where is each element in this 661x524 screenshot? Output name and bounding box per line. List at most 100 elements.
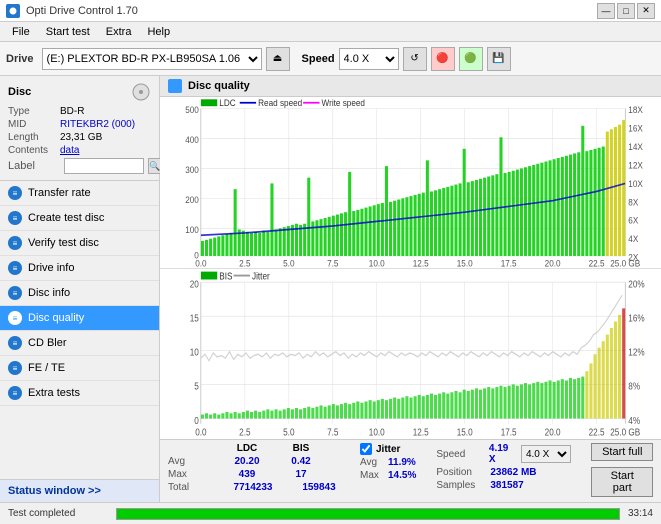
svg-text:20%: 20%: [628, 277, 645, 289]
speed-key: Speed: [436, 449, 485, 460]
sidebar-item-cd-bler[interactable]: ≡ CD Bler: [0, 331, 159, 356]
sidebar-item-drive-info[interactable]: ≡ Drive info: [0, 256, 159, 281]
contents-val[interactable]: data: [60, 145, 79, 156]
minimize-button[interactable]: —: [597, 3, 615, 19]
menu-extra[interactable]: Extra: [98, 24, 140, 40]
drive-label: Drive: [6, 53, 34, 65]
sidebar-item-transfer-rate[interactable]: ≡ Transfer rate: [0, 181, 159, 206]
fe-te-label: FE / TE: [28, 362, 65, 374]
sidebar: Disc Type BD-R MID RITEKBR2 (000) Length…: [0, 76, 160, 502]
ldc-header: [168, 443, 208, 454]
jitter-header: Jitter: [376, 444, 400, 455]
svg-text:12.5: 12.5: [413, 258, 429, 268]
stats-speed-col: Speed 4.19 X 4.0 X Position 23862 MB Sam…: [436, 443, 571, 491]
bis-col-header: BIS: [286, 443, 316, 454]
transfer-rate-icon: ≡: [8, 186, 22, 200]
start-full-button[interactable]: Start full: [591, 443, 653, 461]
content-area: Disc quality: [160, 76, 661, 502]
svg-text:0.0: 0.0: [195, 425, 206, 437]
chart1-container: 500 400 300 200 100 0 18X 16X 14X 12X 10…: [160, 97, 661, 269]
svg-text:LDC: LDC: [219, 98, 235, 109]
svg-text:22.5: 22.5: [589, 258, 605, 268]
total-bis: 159843: [298, 482, 340, 493]
chart2-svg: 20 15 10 5 0 20% 16% 12% 8% 4% 0.0 2.5 5…: [160, 269, 661, 440]
verify-test-disc-label: Verify test disc: [28, 237, 99, 249]
svg-text:0: 0: [194, 413, 199, 425]
avg-ldc: 20.20: [232, 456, 262, 467]
start-part-button[interactable]: Start part: [591, 467, 653, 497]
stats-ldc-col: LDC BIS Avg 20.20 0.42 Max 439 17 Tota: [168, 443, 340, 493]
status-window-label: Status window >>: [8, 485, 101, 497]
disc-contents-row: Contents data: [8, 145, 151, 156]
app-title: Opti Drive Control 1.70: [26, 5, 138, 17]
sidebar-item-create-test-disc[interactable]: ≡ Create test disc: [0, 206, 159, 231]
svg-text:Jitter: Jitter: [252, 269, 270, 281]
status-time: 33:14: [628, 508, 653, 519]
cd-bler-label: CD Bler: [28, 337, 67, 349]
svg-text:10.0: 10.0: [369, 258, 385, 268]
max-label: Max: [168, 469, 208, 480]
svg-text:12%: 12%: [628, 345, 645, 357]
svg-text:12X: 12X: [628, 160, 643, 171]
close-button[interactable]: ✕: [637, 3, 655, 19]
status-bar: Test completed 33:14: [0, 502, 661, 524]
menu-help[interactable]: Help: [139, 24, 178, 40]
drive-select[interactable]: (E:) PLEXTOR BD-R PX-LB950SA 1.06: [42, 48, 262, 70]
svg-text:15.0: 15.0: [457, 425, 473, 437]
disc-length-row: Length 23,31 GB: [8, 132, 151, 143]
disc-quality-title: Disc quality: [188, 80, 250, 92]
disc-info-label: Disc info: [28, 287, 70, 299]
svg-text:18X: 18X: [628, 105, 643, 116]
sidebar-item-extra-tests[interactable]: ≡ Extra tests: [0, 381, 159, 406]
stats-jitter-col: Jitter Avg 11.9% Max 14.5%: [360, 443, 416, 481]
main-area: Disc Type BD-R MID RITEKBR2 (000) Length…: [0, 76, 661, 502]
sidebar-item-fe-te[interactable]: ≡ FE / TE: [0, 356, 159, 381]
progress-bar-fill: [117, 509, 619, 519]
jitter-checkbox[interactable]: [360, 443, 372, 455]
svg-text:Read speed: Read speed: [258, 98, 302, 109]
chart2-container: 20 15 10 5 0 20% 16% 12% 8% 4% 0.0 2.5 5…: [160, 269, 661, 440]
svg-text:16X: 16X: [628, 123, 643, 134]
drive-info-icon: ≡: [8, 261, 22, 275]
svg-text:6X: 6X: [628, 215, 638, 226]
settings-button[interactable]: 🔴: [431, 47, 455, 71]
create-test-disc-label: Create test disc: [28, 212, 104, 224]
refresh-button[interactable]: ↺: [403, 47, 427, 71]
disc-quality-header-icon: [168, 79, 182, 93]
position-key: Position: [436, 467, 486, 478]
extra-tests-label: Extra tests: [28, 387, 80, 399]
menu-file[interactable]: File: [4, 24, 38, 40]
sidebar-item-disc-info[interactable]: ≡ Disc info: [0, 281, 159, 306]
disc-label-row: Label 🔍: [8, 158, 151, 174]
maximize-button[interactable]: □: [617, 3, 635, 19]
sidebar-item-disc-quality[interactable]: ≡ Disc quality: [0, 306, 159, 331]
svg-text:10: 10: [190, 345, 199, 357]
save-button[interactable]: 💾: [487, 47, 511, 71]
progress-bar-container: [116, 508, 620, 520]
label-input[interactable]: [64, 158, 144, 174]
disc-mid-row: MID RITEKBR2 (000): [8, 119, 151, 130]
max-bis: 17: [286, 469, 316, 480]
svg-text:2.5: 2.5: [239, 258, 251, 268]
length-key: Length: [8, 132, 60, 143]
app-icon: [6, 4, 20, 18]
samples-key: Samples: [436, 480, 486, 491]
speed-select[interactable]: 4.0 X: [339, 48, 399, 70]
svg-text:15: 15: [190, 311, 199, 323]
toolbar: Drive (E:) PLEXTOR BD-R PX-LB950SA 1.06 …: [0, 42, 661, 76]
status-text: Test completed: [8, 508, 108, 519]
verify-test-disc-icon: ≡: [8, 236, 22, 250]
cd-bler-icon: ≡: [8, 336, 22, 350]
disc-type-row: Type BD-R: [8, 106, 151, 117]
drive-info-label: Drive info: [28, 262, 74, 274]
avg-bis: 0.42: [286, 456, 316, 467]
options-button[interactable]: 🟢: [459, 47, 483, 71]
sidebar-item-verify-test-disc[interactable]: ≡ Verify test disc: [0, 231, 159, 256]
speed-select-stats[interactable]: 4.0 X: [521, 445, 572, 463]
eject-button[interactable]: ⏏: [266, 47, 290, 71]
menu-start-test[interactable]: Start test: [38, 24, 98, 40]
status-window-button[interactable]: Status window >>: [0, 479, 159, 502]
svg-text:20: 20: [190, 277, 199, 289]
ldc-col-header: LDC: [232, 443, 262, 454]
position-val: 23862 MB: [490, 467, 536, 478]
